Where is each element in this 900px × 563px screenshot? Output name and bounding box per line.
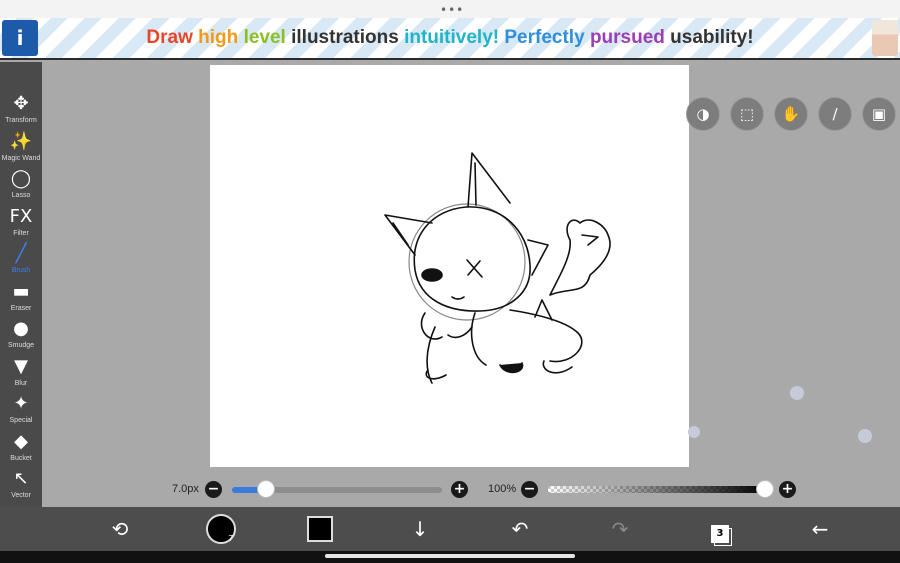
arrow-left-icon: ← [811,517,829,541]
opacity-label: 100% [488,483,517,495]
brush-size-plus-button[interactable]: + [451,481,468,498]
selection-button[interactable]: ⬚ [730,97,764,131]
tool-label: Smudge [7,342,35,349]
tool-blur[interactable]: ▼ Blur [0,355,42,392]
bucket-icon: ◆ [14,430,28,452]
arrow-down-icon: ↓ [411,517,429,541]
transform-icon: ✥ [13,93,29,114]
bottom-toolbar: ⟲ 7 ↓ ↶ ↷ 3 ← [0,507,900,551]
banner-headline: Draw high level illustrations intuitivel… [0,18,900,58]
brush-size-knob[interactable] [256,480,275,498]
ruler-icon: ∕ [832,105,838,123]
banner-word: usability! [670,27,754,48]
tool-special[interactable]: ✦ Special [0,392,42,429]
multitask-dots[interactable]: ••• [440,3,464,17]
banner-avatar [872,20,898,56]
tool-label: Brush [11,267,31,274]
brush-size-badge: 7 [228,534,233,543]
banner-word: high [198,27,239,48]
brush-size-indicator[interactable]: 7 [206,514,236,544]
system-home-bar [0,551,900,563]
toggle-button[interactable]: ◑ [686,97,720,131]
tool-label: Eraser [10,304,32,312]
rotate-brush-icon: ⟲ [111,517,129,541]
tool-bucket[interactable]: ◆ Bucket [0,430,42,467]
tool-label: Bucket [10,454,32,462]
status-strip: ••• [0,0,900,18]
banner-word: pursued [589,27,665,48]
redo-icon: ↷ [611,517,629,541]
banner-word: level [243,27,286,48]
banner-word: Perfectly [504,27,585,48]
tool-label: Special [9,417,33,424]
opacity-plus-button[interactable]: + [779,481,796,498]
background-bubble [688,426,700,438]
tool-label: Filter [13,229,29,237]
opacity-slider[interactable] [548,486,768,493]
selection-icon: ⬚ [739,105,755,123]
tool-smudge[interactable]: ● Smudge [0,317,42,354]
undo-icon: ↶ [511,517,529,541]
download-button[interactable]: ↓ [406,515,434,543]
brush-size-label: 7.0px [172,483,199,495]
tool-sidebar: ✥ Transform ✨ Magic Wand ◯ Lasso FX Filter ╱ Brus… [0,62,42,547]
banner-word: illustrations [291,27,399,48]
filter-icon: FX [9,205,33,227]
redo-button[interactable]: ↷ [606,515,634,543]
toggle-icon: ◑ [696,105,710,123]
tool-lasso[interactable]: ◯ Lasso [0,167,42,204]
background-bubble [790,386,804,400]
layers-button[interactable]: 3 [706,515,734,543]
tool-label: Blur [14,379,28,387]
background-bubble [858,429,872,443]
lasso-icon: ◯ [10,168,32,189]
tool-magic-wand[interactable]: ✨ Magic Wand [0,130,42,167]
image-icon: ▣ [871,105,887,123]
opacity-minus-button[interactable]: − [521,481,538,498]
undo-button[interactable]: ↶ [506,515,534,543]
layers-icon: 3 [711,525,729,543]
color-swatch[interactable] [307,516,333,542]
banner-word: Draw [146,27,193,48]
blur-icon: ▼ [14,355,28,377]
drawing-canvas[interactable] [210,65,689,467]
sketch-drawing [384,152,611,384]
ad-banner[interactable]: i Draw high level illustrations intuitiv… [0,18,900,60]
slider-bar: 7.0px − + 100% − + [0,479,900,501]
tool-transform[interactable]: ✥ Transform [0,92,42,129]
eraser-icon: ▬ [12,280,30,302]
opacity-knob[interactable] [756,480,774,498]
smudge-icon: ● [13,318,29,339]
home-indicator[interactable] [325,554,575,558]
tool-label: Transform [5,117,37,124]
tool-filter[interactable]: FX Filter [0,205,42,242]
hand-icon: ✋ [781,105,801,123]
brush-size-minus-button[interactable]: − [205,481,222,498]
banner-word: intuitively! [404,27,500,48]
tool-brush[interactable]: ╱ Brush [0,242,42,279]
tool-eraser[interactable]: ▬ Eraser [0,280,42,317]
magic-wand-icon: ✨ [9,130,33,152]
tool-label: Magic Wand [1,154,41,162]
hand-button[interactable]: ✋ [774,97,808,131]
special-icon: ✦ [13,393,29,414]
brush-icon: ╱ [15,243,27,264]
quick-menu-button[interactable]: ⟲ [106,515,134,543]
image-button[interactable]: ▣ [862,97,896,131]
tool-label: Lasso [11,192,31,199]
ruler-button[interactable]: ∕ [818,97,852,131]
back-button[interactable]: ← [806,515,834,543]
